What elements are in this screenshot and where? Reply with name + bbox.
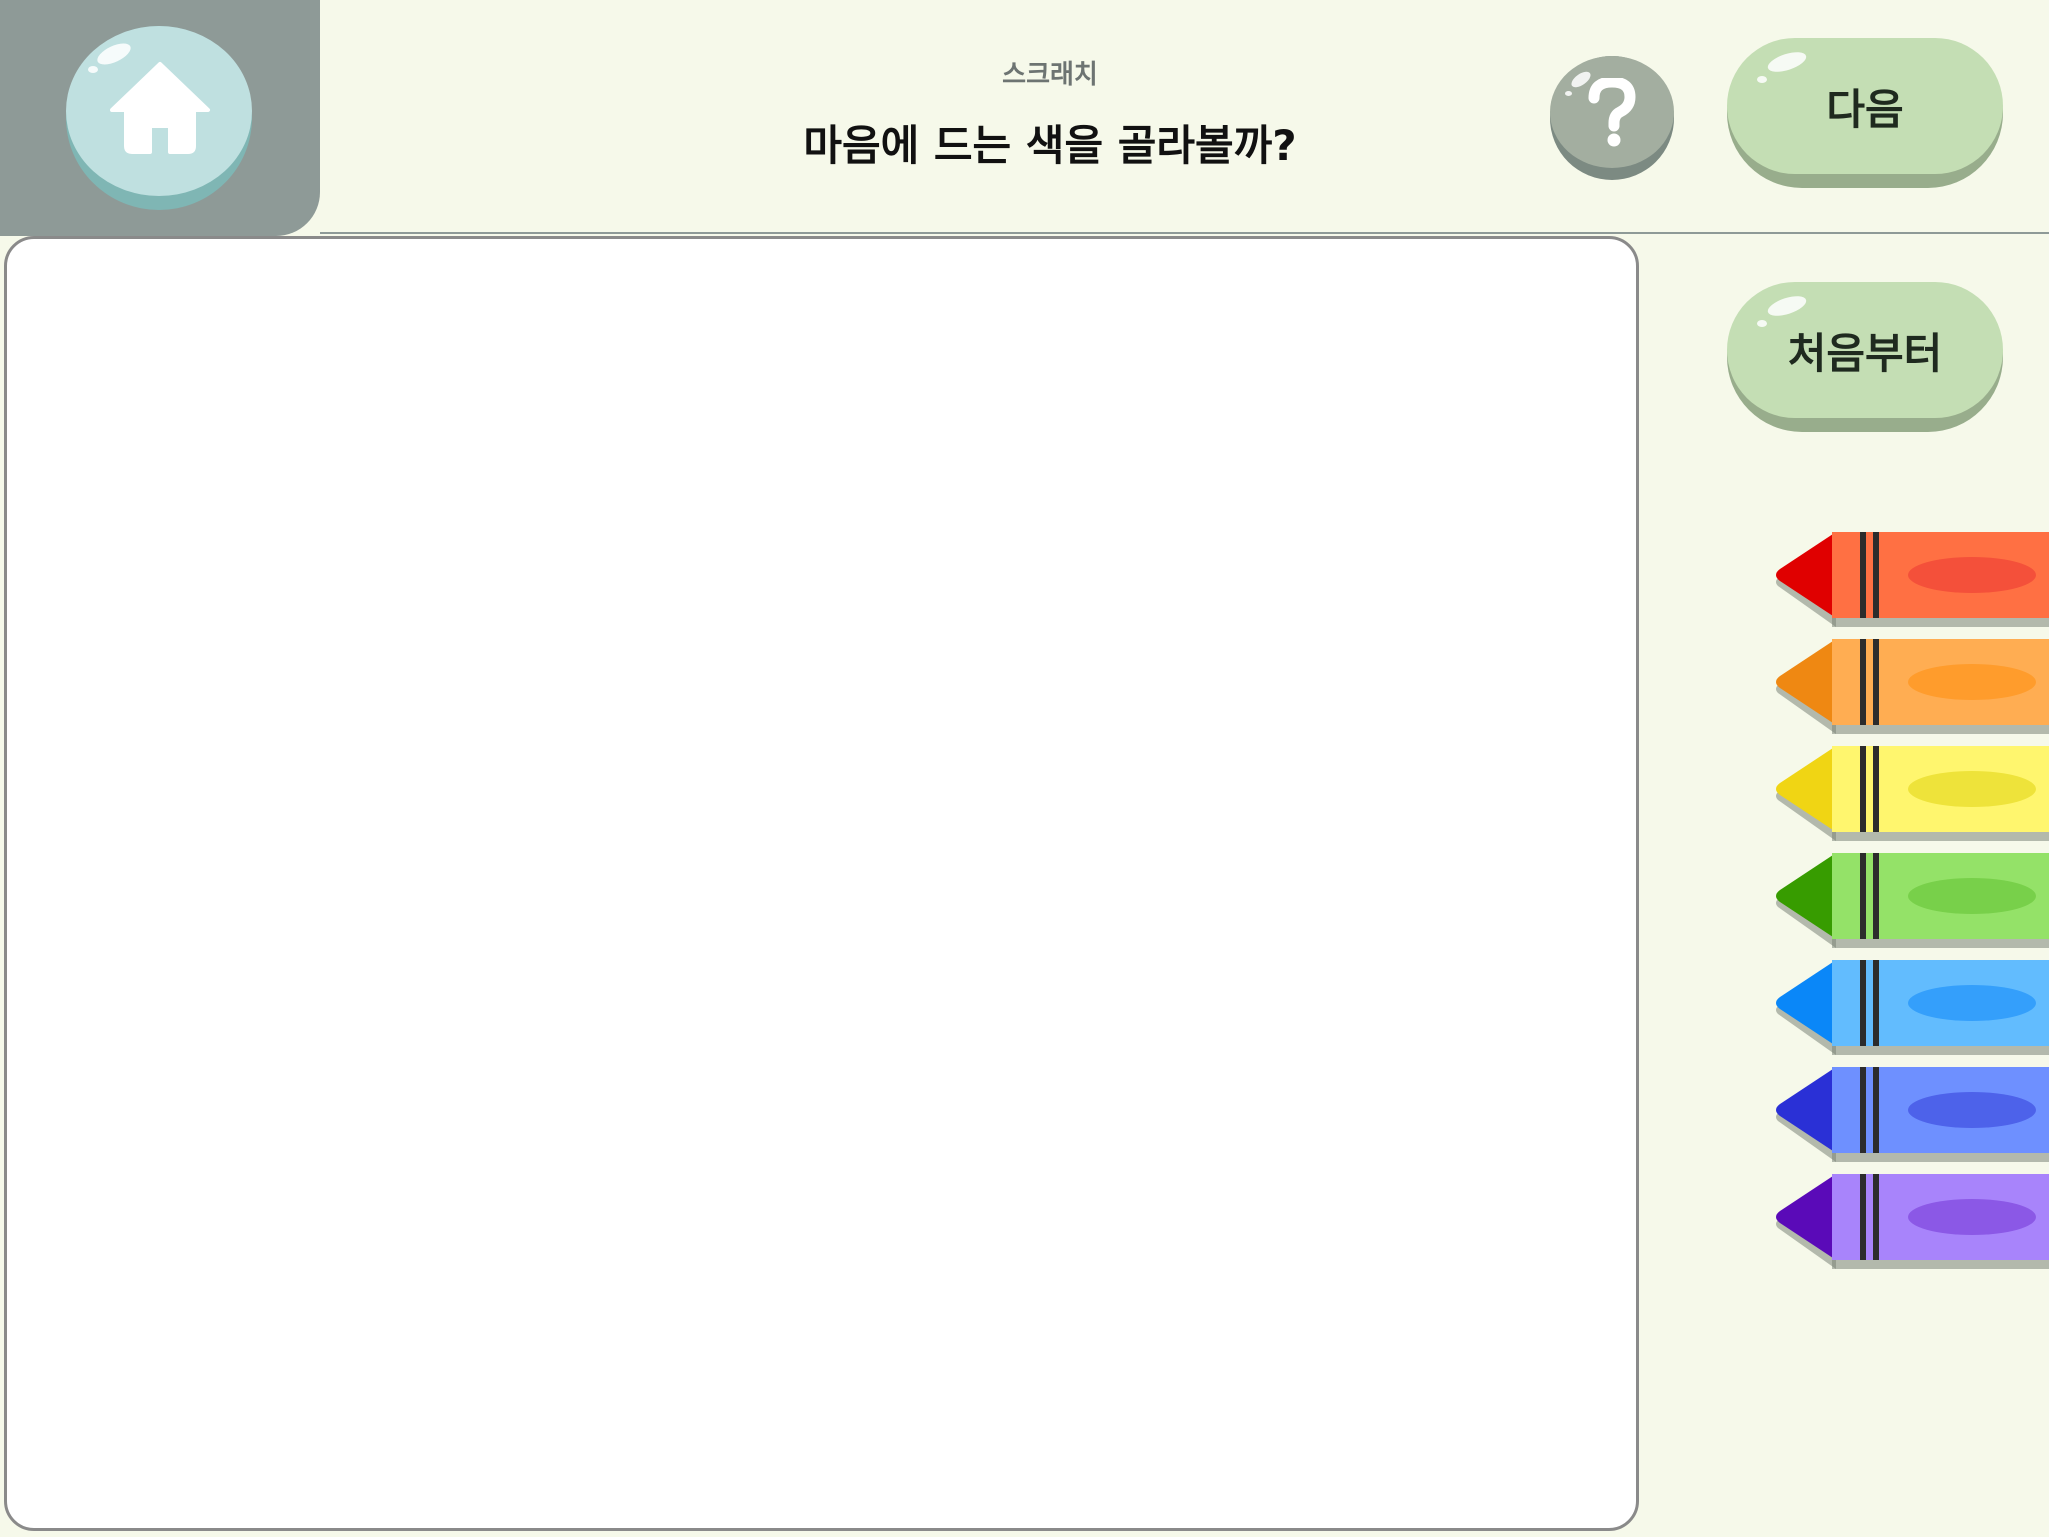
gloss-dot — [1757, 320, 1767, 327]
home-icon — [110, 62, 210, 154]
crayon-yellow[interactable] — [1772, 743, 2049, 841]
crayon-red[interactable] — [1772, 529, 2049, 627]
crayon-sky-blue[interactable] — [1772, 957, 2049, 1055]
gloss-dot — [1565, 91, 1572, 96]
crayon-blue[interactable] — [1772, 1064, 2049, 1162]
next-button-face: 다음 — [1727, 38, 2003, 174]
next-button-label: 다음 — [1826, 84, 1904, 134]
help-button-face — [1550, 56, 1674, 168]
app-name-label: 스크래치 — [1002, 60, 1098, 90]
gloss-dot — [88, 66, 98, 73]
crayon-blue-icon — [1776, 1067, 2049, 1162]
crayon-orange[interactable] — [1772, 636, 2049, 734]
question-icon — [1588, 78, 1636, 147]
crayon-sky-blue-icon — [1776, 960, 2049, 1055]
next-button[interactable]: 다음 — [1727, 38, 2003, 188]
home-button[interactable] — [66, 26, 252, 210]
crayon-green[interactable] — [1772, 850, 2049, 948]
home-button-face — [66, 26, 252, 196]
gloss-highlight — [1765, 292, 1809, 320]
page-title: 마음에 드는 색을 골라볼까? — [803, 121, 1297, 170]
crayon-orange-icon — [1776, 639, 2049, 734]
drawing-canvas[interactable] — [4, 236, 1639, 1531]
crayon-purple-icon — [1776, 1174, 2049, 1269]
crayon-red-icon — [1776, 532, 2049, 627]
gloss-highlight — [1765, 48, 1809, 76]
crayon-yellow-icon — [1776, 746, 2049, 841]
restart-button-label: 처음부터 — [1787, 328, 1943, 378]
help-button[interactable] — [1550, 56, 1674, 180]
crayon-purple[interactable] — [1772, 1171, 2049, 1269]
restart-button[interactable]: 처음부터 — [1727, 282, 2003, 432]
gloss-dot — [1757, 76, 1767, 83]
crayon-green-icon — [1776, 853, 2049, 948]
restart-button-face: 처음부터 — [1727, 282, 2003, 418]
